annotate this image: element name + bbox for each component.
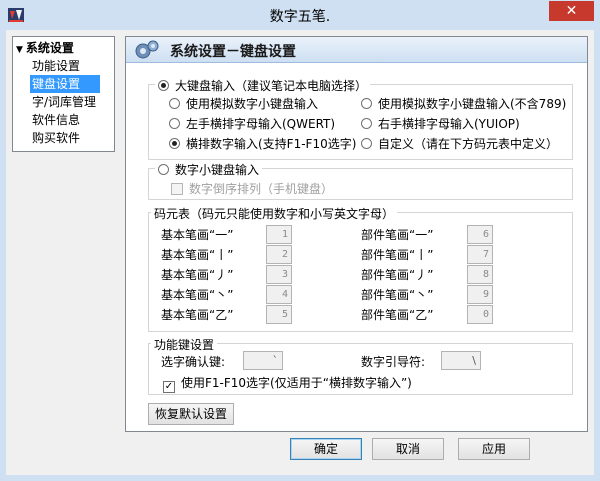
option-label: 横排数字输入(支持F1-F10选字) [186,137,357,151]
tree-item-dictionary-management[interactable]: 字/词库管理 [30,93,98,111]
checkbox-box [171,183,183,195]
tree-root-label: 系统设置 [25,41,74,55]
basic-stroke-input[interactable]: 2 [266,245,292,264]
digit-guide-label: 数字引导符: [361,355,426,369]
big-keyboard-label: 大键盘输入（建议笔记本电脑选择） [175,79,368,93]
function-keys-label: 功能键设置 [151,336,218,353]
tree-item-function-settings[interactable]: 功能设置 [30,57,82,75]
tree-item-software-info[interactable]: 软件信息 [30,111,82,129]
function-keys-group: 功能键设置 选字确认键: ` 数字引导符: \ ✓ 使用F1-F10选字(仅适用于… [148,336,573,395]
ok-button[interactable]: 确定 [290,438,362,460]
basic-stroke-input[interactable]: 5 [266,305,292,324]
window-title: 数字五笔. [269,9,331,25]
component-stroke-input[interactable]: 0 [467,305,493,324]
component-stroke-input[interactable]: 6 [467,225,493,244]
radio-dot [169,118,180,129]
basic-stroke-label: 基本笔画“丶” [161,288,234,302]
confirm-key-label: 选字确认键: [161,355,226,369]
option-horizontal-digits[interactable]: 横排数字输入(支持F1-F10选字) [169,135,356,152]
option-label: 自定义（请在下方码元表中定义） [378,137,559,151]
reverse-digits-label: 数字倒序排列（手机键盘） [189,182,334,196]
basic-stroke-input[interactable]: 3 [266,265,292,284]
option-sim-numpad-no-789[interactable]: 使用模拟数字小键盘输入(不含789) [361,95,566,112]
component-stroke-label: 部件笔画“丨” [361,248,434,262]
radio-dot [361,138,372,149]
radio-dot [361,98,372,109]
restore-defaults-button[interactable]: 恢复默认设置 [148,403,234,425]
f1-f10-checkbox[interactable]: ✓ 使用F1-F10选字(仅适用于“横排数字输入”) [163,374,412,393]
code-table-group: 码元表（码元只能使用数字和小写英文字母） 基本笔画“一” 基本笔画“丨” 基本笔… [148,205,573,332]
close-icon: ✕ [565,3,578,19]
component-stroke-label: 部件笔画“丶” [361,288,434,302]
option-custom[interactable]: 自定义（请在下方码元表中定义） [361,135,558,152]
big-keyboard-group: 大键盘输入（建议笔记本电脑选择） 使用模拟数字小键盘输入 使用模拟数字小键盘输入… [148,77,573,160]
numpad-label: 数字小键盘输入 [175,163,260,177]
basic-stroke-label: 基本笔画“丨” [161,248,234,262]
option-label: 使用模拟数字小键盘输入 [186,97,319,111]
reverse-digits-checkbox[interactable]: 数字倒序排列（手机键盘） [171,180,333,197]
f1-f10-label: 使用F1-F10选字(仅适用于“横排数字输入”) [181,376,412,390]
component-stroke-label: 部件笔画“丿” [361,268,434,282]
big-keyboard-radio[interactable]: 大键盘输入（建议笔记本电脑选择） [155,77,371,94]
tree-item-buy-software[interactable]: 购买软件 [30,129,82,147]
triangle-down-icon: ▼ [16,45,23,55]
basic-stroke-label: 基本笔画“一” [161,228,234,242]
confirm-key-input[interactable]: ` [243,351,283,370]
keyboard-settings-panel: 系统设置－键盘设置 大键盘输入（建议笔记本电脑选择） 使用模拟数字小键盘输入 使… [125,36,588,432]
cancel-button[interactable]: 取消 [372,438,444,460]
apply-button[interactable]: 应用 [458,438,530,460]
dialog-client: ▼ 系统设置 功能设置 键盘设置 字/词库管理 软件信息 购买软件 系统设置－键盘… [6,30,594,475]
basic-stroke-input[interactable]: 4 [266,285,292,304]
component-stroke-input[interactable]: 9 [467,285,493,304]
title-bar: 数字五笔. ✕ [0,0,600,30]
radio-dot [158,80,169,91]
component-stroke-input[interactable]: 8 [467,265,493,284]
basic-stroke-label: 基本笔画“乙” [161,308,234,322]
component-stroke-label: 部件笔画“乙” [361,308,434,322]
settings-tree: ▼ 系统设置 功能设置 键盘设置 字/词库管理 软件信息 购买软件 [12,36,115,152]
tree-root-system-settings[interactable]: ▼ 系统设置 [16,39,74,57]
digit-guide-input[interactable]: \ [441,351,481,370]
component-stroke-input[interactable]: 7 [467,245,493,264]
panel-title: 系统设置－键盘设置 [170,44,296,60]
option-left-hand-qwert[interactable]: 左手横排字母输入(QWERT) [169,115,335,132]
option-label: 左手横排字母输入(QWERT) [186,117,336,131]
gears-icon [134,39,160,61]
option-label: 使用模拟数字小键盘输入(不含789) [378,97,567,111]
code-table-label: 码元表（码元只能使用数字和小写英文字母） [151,205,398,222]
numpad-radio[interactable]: 数字小键盘输入 [155,161,263,178]
option-sim-numpad[interactable]: 使用模拟数字小键盘输入 [169,95,318,112]
radio-dot [169,138,180,149]
panel-header: 系统设置－键盘设置 [126,37,587,63]
numpad-group: 数字小键盘输入 数字倒序排列（手机键盘） [148,161,573,200]
option-label: 右手横排字母输入(YUIOP) [378,117,520,131]
component-stroke-label: 部件笔画“一” [361,228,434,242]
radio-dot [169,98,180,109]
close-button[interactable]: ✕ [549,1,594,21]
option-right-hand-yuiop[interactable]: 右手横排字母输入(YUIOP) [361,115,520,132]
basic-stroke-label: 基本笔画“丿” [161,268,234,282]
radio-dot [361,118,372,129]
basic-stroke-input[interactable]: 1 [266,225,292,244]
radio-dot [158,164,169,175]
checkmark-icon: ✓ [163,381,175,393]
tree-item-keyboard-settings[interactable]: 键盘设置 [30,75,100,93]
